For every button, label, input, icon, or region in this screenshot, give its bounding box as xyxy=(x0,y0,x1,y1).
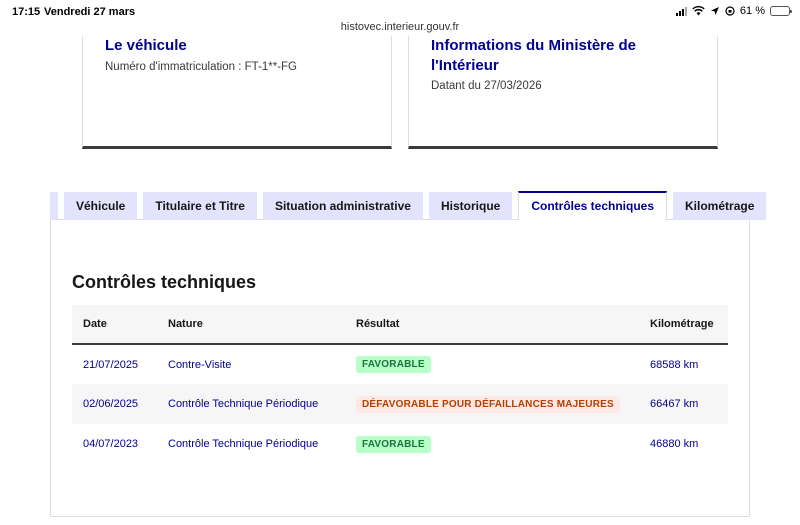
tab-kilometrage[interactable]: Kilométrage xyxy=(673,192,767,220)
cellular-signal-icon xyxy=(675,6,687,16)
status-time: 17:15 xyxy=(12,6,41,18)
row-nature: Contrôle Technique Périodique xyxy=(168,438,319,450)
ministry-card-title: Informations du Ministère de l'Intérieur xyxy=(431,37,637,74)
row-kilometrage: 68588 km xyxy=(650,358,699,371)
row-date: 02/06/2025 xyxy=(72,384,157,424)
row-result: FAVORABLE xyxy=(345,424,639,464)
row-date: 21/07/2025 xyxy=(83,358,139,371)
location-icon xyxy=(710,7,719,15)
status-date: Vendredi 27 mars xyxy=(44,6,136,18)
tab-scroll-stub[interactable] xyxy=(50,192,58,220)
header-date: Date xyxy=(72,305,157,345)
ministry-card: Informations du Ministère de l'Intérieur… xyxy=(408,36,718,149)
header-kilometrage: Kilométrage xyxy=(639,305,728,345)
tab-situation-administrative[interactable]: Situation administrative xyxy=(262,192,423,220)
battery-icon xyxy=(770,6,792,16)
header-nature: Nature xyxy=(157,305,345,345)
tab-titulaire-titre[interactable]: Titulaire et Titre xyxy=(143,192,257,220)
result-badge: FAVORABLE xyxy=(356,435,431,453)
tab-list: Véhicule Titulaire et Titre Situation ad… xyxy=(50,191,767,220)
tab-vehicule[interactable]: Véhicule xyxy=(64,192,138,220)
table-row: 21/07/2025 Contre-Visite FAVORABLE 68588… xyxy=(72,344,728,384)
row-nature: Contre-Visite xyxy=(168,358,232,371)
result-badge: FAVORABLE xyxy=(356,356,431,373)
status-bar: 17:15 Vendredi 27 mars 61 % xyxy=(0,0,800,22)
header-result: Résultat xyxy=(345,305,639,345)
result-badge: DÉFAVORABLE POUR DÉFAILLANCES MAJEURES xyxy=(356,395,620,413)
row-date: 04/07/2023 xyxy=(83,438,139,450)
row-kilometrage: 66467 km xyxy=(639,384,728,424)
wifi-icon xyxy=(692,6,705,16)
vehicle-card-title: Le véhicule xyxy=(105,37,187,54)
tab-historique[interactable]: Historique xyxy=(428,192,513,220)
battery-percent: 61 % xyxy=(739,5,765,17)
status-icons: 61 % xyxy=(675,5,792,17)
data-date: Datant du 27/03/2026 xyxy=(431,80,542,92)
table-row: 04/07/2023 Contrôle Technique Périodique… xyxy=(72,424,728,464)
orientation-lock-icon xyxy=(725,6,735,16)
vehicle-card: Le véhicule Numéro d'immatriculation : F… xyxy=(82,36,392,149)
section-title: Contrôles techniques xyxy=(72,272,257,292)
tab-controles-techniques[interactable]: Contrôles techniques xyxy=(518,191,668,220)
registration-number: Numéro d'immatriculation : FT-1**-FG xyxy=(105,61,297,73)
table-row: 02/06/2025 Contrôle Technique Périodique… xyxy=(72,384,728,424)
row-kilometrage: 46880 km xyxy=(650,438,699,450)
url-bar[interactable]: histovec.interieur.gouv.fr xyxy=(0,21,800,33)
row-result: DÉFAVORABLE POUR DÉFAILLANCES MAJEURES xyxy=(345,384,639,424)
technical-controls-table: Date Nature Résultat Kilométrage 21/07/2… xyxy=(72,305,728,464)
row-result: FAVORABLE xyxy=(345,344,639,384)
table-header-row: Date Nature Résultat Kilométrage xyxy=(72,305,728,345)
row-nature: Contrôle Technique Périodique xyxy=(157,384,345,424)
